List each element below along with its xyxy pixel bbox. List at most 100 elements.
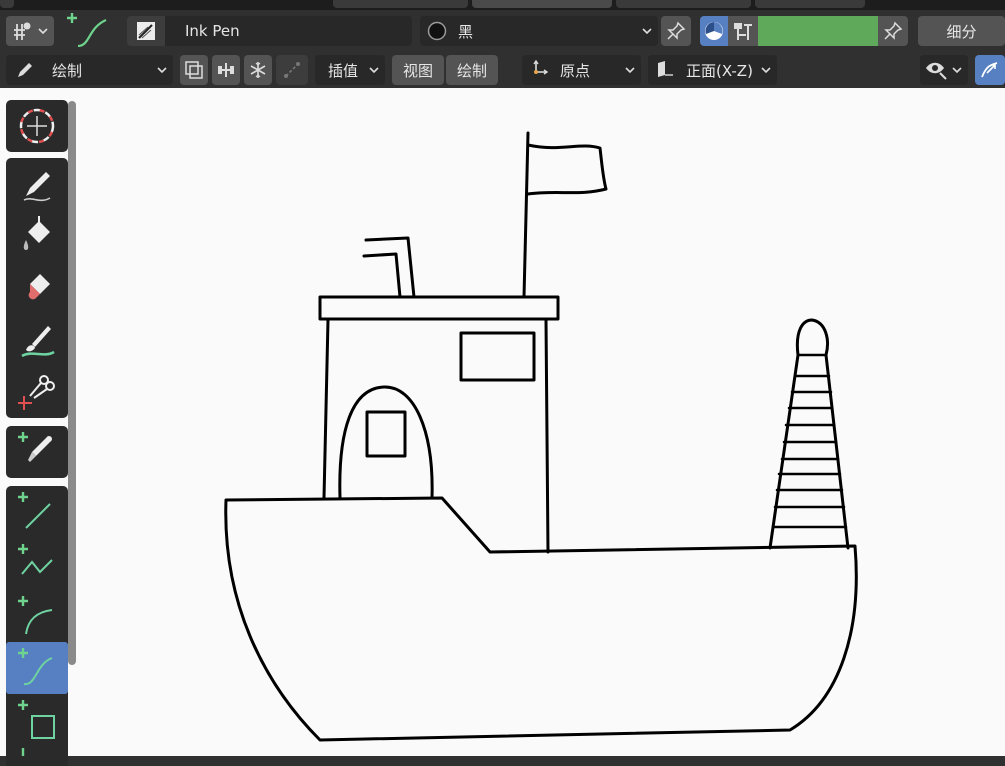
arc-icon	[18, 596, 53, 635]
flag-pole	[522, 131, 530, 299]
material-name: 黑	[458, 22, 474, 41]
workspace-tab[interactable]	[755, 0, 865, 8]
chevron-down-icon	[38, 28, 48, 35]
chevron-down-icon	[369, 67, 379, 74]
workspace-tab[interactable]	[0, 0, 14, 8]
eyedropper-icon	[18, 432, 52, 462]
erase-icon	[28, 274, 50, 300]
edit-lines-button[interactable]	[276, 55, 308, 85]
tool-draw[interactable]	[6, 158, 68, 210]
draw-menu[interactable]: 绘制	[446, 55, 498, 85]
cabin-roof	[318, 295, 560, 321]
curve-tool-icon	[67, 13, 107, 48]
fill-icon	[23, 216, 50, 250]
orientation-selector[interactable]: 正面(X-Z)	[648, 55, 777, 85]
orientation-label: 正面(X-Z)	[686, 61, 753, 80]
tool-settings-header: Ink Pen 黑 细分	[0, 10, 1005, 52]
pin-icon	[667, 21, 686, 40]
subdivide-label: 细分	[946, 22, 977, 41]
hull-stroke	[224, 496, 858, 742]
curve-icon	[18, 648, 53, 686]
chevron-down-icon	[157, 67, 167, 74]
chevron-down-icon	[625, 67, 635, 74]
door-window	[365, 410, 407, 458]
ink-brush-icon	[137, 22, 155, 40]
material-circle-icon	[427, 21, 447, 41]
eye-icon	[926, 62, 947, 80]
toolbar-scrollbar[interactable]	[68, 101, 76, 665]
box-icon	[18, 700, 55, 739]
tool-box[interactable]	[6, 694, 68, 746]
edit-lines-toggle[interactable]	[975, 55, 1005, 85]
tool-next-partial[interactable]	[6, 746, 68, 756]
cutter-icon	[18, 375, 55, 410]
mode-selector[interactable]: 绘制	[6, 55, 173, 85]
viewport-canvas[interactable]	[0, 88, 1005, 756]
interpolate-label: 插值	[328, 61, 359, 80]
stroke-placement-selector[interactable]: 原点	[522, 55, 641, 85]
pin-strength-button[interactable]	[878, 16, 908, 46]
brush-selector[interactable]: Ink Pen	[127, 16, 412, 46]
color-mode-button[interactable]	[700, 16, 728, 46]
flag-stroke	[526, 143, 608, 196]
chevron-down-icon	[952, 67, 962, 74]
pin-icon	[884, 21, 903, 40]
pressure-button[interactable]	[728, 16, 758, 46]
door-stroke	[338, 385, 434, 500]
snap-menu-button[interactable]	[6, 16, 54, 46]
strength-slider[interactable]	[758, 16, 878, 46]
cursor-icon	[19, 108, 55, 144]
workspace-tab-active[interactable]	[472, 0, 612, 8]
polyline-icon	[18, 544, 53, 575]
tool-line[interactable]	[6, 486, 68, 538]
stroke-placement-button[interactable]	[212, 55, 240, 85]
brush-name: Ink Pen	[185, 22, 240, 40]
multiframe-button[interactable]	[180, 55, 208, 85]
material-selector[interactable]: 黑	[420, 16, 658, 46]
color-wheel-icon	[705, 22, 723, 40]
tool-cursor[interactable]	[6, 100, 68, 152]
pin-material-button[interactable]	[661, 16, 691, 46]
workspace-tab[interactable]	[616, 0, 751, 8]
chevron-down-icon	[761, 67, 771, 74]
tool-curve[interactable]	[6, 642, 68, 694]
cabin-stroke	[322, 318, 550, 554]
tool-polyline[interactable]	[6, 538, 68, 590]
interpolate-menu[interactable]: 插值	[315, 55, 385, 85]
mode-header: 绘制 插值 视图 绘制 原点 正面(X-Z)	[0, 52, 1005, 88]
sculpt-icon	[218, 63, 234, 77]
draw-label: 绘制	[456, 61, 487, 80]
brush-preview	[127, 16, 165, 46]
visibility-menu[interactable]	[920, 55, 968, 85]
tool-eyedropper[interactable]	[6, 426, 68, 478]
pencil-icon	[18, 63, 32, 77]
cabin-window	[459, 331, 536, 382]
draw-icon	[23, 172, 51, 202]
tower-rungs	[771, 353, 848, 529]
layers-icon	[185, 61, 203, 79]
tool-cutter[interactable]	[6, 366, 68, 418]
chimney-stroke	[362, 236, 416, 299]
active-tool-indicator[interactable]	[64, 10, 114, 52]
pressure-icon	[734, 23, 752, 40]
boat-drawing	[224, 131, 858, 742]
origin-label: 原点	[560, 61, 591, 80]
tool-erase[interactable]	[6, 262, 68, 314]
chevron-down-icon	[642, 28, 652, 35]
freeze-button[interactable]	[244, 55, 272, 85]
view-menu[interactable]: 视图	[392, 55, 444, 85]
curve-edit-icon	[981, 62, 998, 78]
mode-label: 绘制	[52, 61, 83, 80]
tool-fill[interactable]	[6, 210, 68, 262]
line-icon	[18, 492, 51, 529]
plus-icon	[21, 748, 25, 756]
workspace-tab[interactable]	[333, 0, 468, 8]
subdivide-button[interactable]: 细分	[918, 16, 1005, 46]
snap-icon	[14, 22, 31, 40]
dashed-line-icon	[284, 62, 300, 78]
origin-icon	[533, 59, 549, 75]
plane-icon	[658, 61, 673, 77]
tool-tint[interactable]	[6, 314, 68, 366]
tool-arc[interactable]	[6, 590, 68, 642]
workspace-tabs-strip	[0, 0, 1005, 10]
